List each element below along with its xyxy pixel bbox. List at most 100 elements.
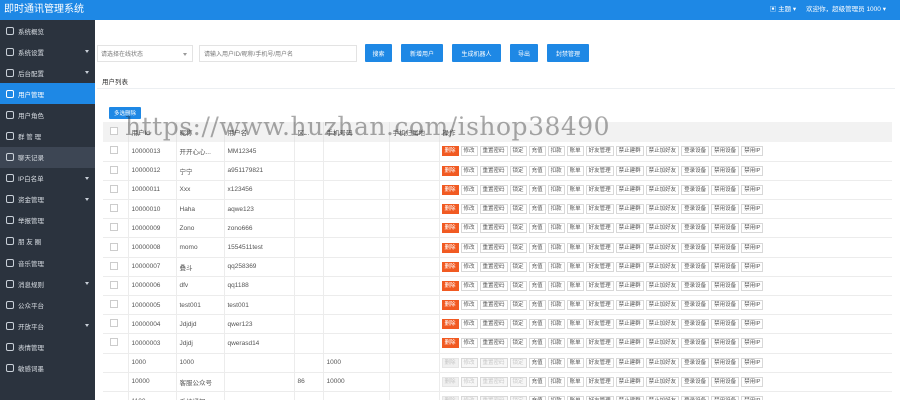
- op-button[interactable]: 账单: [566, 184, 584, 195]
- op-button[interactable]: 充值: [528, 280, 546, 291]
- op-button[interactable]: 禁用设备: [711, 280, 740, 291]
- op-button[interactable]: 登录设备: [681, 204, 710, 215]
- op-button[interactable]: 锁定: [509, 184, 527, 195]
- search-input[interactable]: 请输入用户ID/昵称/手机号/用户名: [199, 44, 357, 62]
- op-button[interactable]: 禁止加好友: [645, 338, 680, 349]
- op-button[interactable]: 锁定: [509, 223, 527, 234]
- op-button[interactable]: 扣款: [547, 223, 565, 234]
- create-robot-button[interactable]: 生成机器人: [452, 44, 501, 62]
- op-button[interactable]: 登录设备: [681, 396, 710, 400]
- op-button[interactable]: 锁定: [509, 165, 527, 176]
- op-button[interactable]: 禁止建群: [615, 396, 644, 400]
- op-button[interactable]: 禁止加好友: [645, 223, 680, 234]
- op-button[interactable]: 账单: [566, 300, 584, 311]
- op-button[interactable]: 登录设备: [681, 165, 710, 176]
- op-button[interactable]: 登录设备: [681, 357, 710, 368]
- op-button[interactable]: 锁定: [509, 319, 527, 330]
- sidebar-item[interactable]: 系统概览: [0, 20, 95, 41]
- search-button[interactable]: 搜索: [365, 44, 392, 62]
- user-menu[interactable]: 欢迎你，超级管理员 1000 ▾: [806, 5, 886, 15]
- op-button[interactable]: 重置密码: [479, 338, 508, 349]
- op-button[interactable]: 扣款: [547, 184, 565, 195]
- op-button[interactable]: 禁用IP: [741, 376, 764, 387]
- op-button[interactable]: 禁止加好友: [645, 146, 680, 157]
- op-button[interactable]: 禁止建群: [615, 261, 644, 272]
- op-button[interactable]: 修改: [460, 261, 478, 272]
- op-button[interactable]: 禁止加好友: [645, 204, 680, 215]
- op-button[interactable]: 禁用IP: [741, 204, 764, 215]
- op-button[interactable]: 修改: [460, 184, 478, 195]
- op-button[interactable]: 好友管理: [585, 242, 614, 253]
- op-button[interactable]: 禁用设备: [711, 376, 740, 387]
- op-button[interactable]: 账单: [566, 357, 584, 368]
- select-all-checkbox[interactable]: [110, 127, 118, 135]
- op-button[interactable]: 禁止建群: [615, 376, 644, 387]
- op-button[interactable]: 登录设备: [681, 184, 710, 195]
- op-button[interactable]: 扣款: [547, 242, 565, 253]
- op-button[interactable]: 好友管理: [585, 184, 614, 195]
- op-button[interactable]: 删除: [441, 300, 459, 311]
- op-button[interactable]: 锁定: [509, 261, 527, 272]
- batch-delete-button[interactable]: 多选删除: [109, 107, 141, 119]
- op-button[interactable]: 禁用IP: [741, 165, 764, 176]
- op-button[interactable]: 禁止建群: [615, 242, 644, 253]
- row-checkbox[interactable]: [110, 338, 118, 347]
- op-button[interactable]: 禁用IP: [741, 300, 764, 311]
- op-button[interactable]: 禁用设备: [711, 338, 740, 349]
- sidebar-item[interactable]: 系统设置: [0, 41, 95, 62]
- op-button[interactable]: 好友管理: [585, 396, 614, 400]
- op-button[interactable]: 重置密码: [479, 223, 508, 234]
- row-checkbox[interactable]: [110, 204, 118, 213]
- op-button[interactable]: 禁止加好友: [645, 376, 680, 387]
- sidebar-item[interactable]: 群 管 理: [0, 125, 95, 146]
- op-button[interactable]: 充值: [528, 204, 546, 215]
- op-button[interactable]: 修改: [460, 165, 478, 176]
- op-button[interactable]: 禁用设备: [711, 300, 740, 311]
- op-button[interactable]: 账单: [566, 280, 584, 291]
- row-checkbox[interactable]: [110, 280, 118, 289]
- op-button[interactable]: 扣款: [547, 261, 565, 272]
- op-button[interactable]: 好友管理: [585, 261, 614, 272]
- op-button[interactable]: 禁止加好友: [645, 242, 680, 253]
- op-button[interactable]: 修改: [460, 204, 478, 215]
- op-button[interactable]: 禁用设备: [711, 261, 740, 272]
- op-button[interactable]: 禁止建群: [615, 338, 644, 349]
- op-button[interactable]: 修改: [460, 319, 478, 330]
- op-button[interactable]: 删除: [441, 280, 459, 291]
- op-button[interactable]: 充值: [528, 396, 546, 400]
- op-button[interactable]: 账单: [566, 223, 584, 234]
- sidebar-item[interactable]: 开放平台: [0, 315, 95, 336]
- op-button[interactable]: 禁用IP: [741, 223, 764, 234]
- op-button[interactable]: 修改: [460, 242, 478, 253]
- op-button[interactable]: 禁用设备: [711, 165, 740, 176]
- row-checkbox[interactable]: [110, 300, 118, 309]
- op-button[interactable]: 扣款: [547, 280, 565, 291]
- op-button[interactable]: 禁止建群: [615, 165, 644, 176]
- op-button[interactable]: 禁用IP: [741, 184, 764, 195]
- op-button[interactable]: 删除: [441, 261, 459, 272]
- op-button[interactable]: 登录设备: [681, 300, 710, 311]
- op-button[interactable]: 修改: [460, 300, 478, 311]
- row-checkbox[interactable]: [110, 319, 118, 328]
- sidebar-item[interactable]: 聊天记录: [0, 146, 95, 168]
- op-button[interactable]: 禁止建群: [615, 280, 644, 291]
- op-button[interactable]: 账单: [566, 165, 584, 176]
- op-button[interactable]: 禁止建群: [615, 357, 644, 368]
- ban-management-button[interactable]: 封禁管理: [547, 44, 589, 62]
- op-button[interactable]: 好友管理: [585, 300, 614, 311]
- op-button[interactable]: 禁止加好友: [645, 184, 680, 195]
- op-button[interactable]: 禁止建群: [615, 300, 644, 311]
- op-button[interactable]: 好友管理: [585, 376, 614, 387]
- op-button[interactable]: 禁用设备: [711, 242, 740, 253]
- op-button[interactable]: 禁用IP: [741, 146, 764, 157]
- op-button[interactable]: 禁用IP: [741, 280, 764, 291]
- row-checkbox[interactable]: [110, 223, 118, 232]
- op-button[interactable]: 锁定: [509, 300, 527, 311]
- op-button[interactable]: 禁用IP: [741, 261, 764, 272]
- row-checkbox[interactable]: [110, 242, 118, 251]
- op-button[interactable]: 禁止加好友: [645, 280, 680, 291]
- op-button[interactable]: 禁止建群: [615, 223, 644, 234]
- op-button[interactable]: 登录设备: [681, 280, 710, 291]
- op-button[interactable]: 修改: [460, 223, 478, 234]
- op-button[interactable]: 锁定: [509, 280, 527, 291]
